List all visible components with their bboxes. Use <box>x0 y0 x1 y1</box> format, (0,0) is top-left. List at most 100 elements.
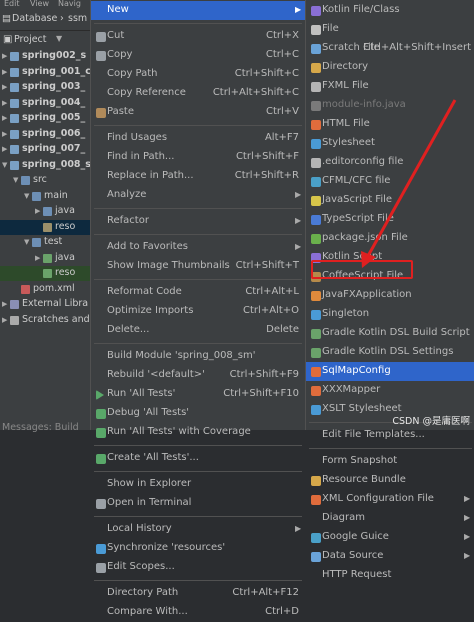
menu-item-edit-file-templates[interactable]: Edit File Templates... <box>306 426 474 445</box>
menu-item-analyze[interactable]: Analyze ▶ <box>91 186 305 205</box>
tree-item[interactable]: ▶ spring_003_ <box>0 80 90 95</box>
menu-item-javascript-file[interactable]: JavaScript File <box>306 191 474 210</box>
tree-item[interactable]: ▶ spring_004_ <box>0 96 90 111</box>
expand-arrow-icon[interactable]: ▶ <box>2 99 7 107</box>
menu-item-directory[interactable]: Directory <box>306 58 474 77</box>
tree-item[interactable]: ▶ spring_007_ <box>0 142 90 157</box>
tree-item[interactable]: ▶ spring_001_c <box>0 65 90 80</box>
expand-arrow-icon[interactable]: ▶ <box>2 130 7 138</box>
menu-item-open-in-terminal[interactable]: Open in Terminal <box>91 494 305 513</box>
tree-item[interactable]: ▶ Scratches and <box>0 313 90 328</box>
menu-item-edit-scopes[interactable]: Edit Scopes... <box>91 558 305 577</box>
menu-navigate[interactable]: Navig <box>58 0 81 8</box>
menu-item-copy[interactable]: Copy Ctrl+C <box>91 46 305 65</box>
tree-item[interactable]: ▶ java <box>0 251 90 266</box>
menu-item-find-in-path[interactable]: Find in Path... Ctrl+Shift+F <box>91 148 305 167</box>
menu-item-add-to-favorites[interactable]: Add to Favorites ▶ <box>91 238 305 257</box>
menu-item-debug-all-tests[interactable]: Debug 'All Tests' <box>91 404 305 423</box>
menu-item-rebuild-default[interactable]: Rebuild '<default>' Ctrl+Shift+F9 <box>91 366 305 385</box>
tree-item[interactable]: ▼ test <box>0 235 90 250</box>
expand-arrow-icon[interactable]: ▶ <box>2 300 7 308</box>
menu-item-typescript-file[interactable]: TypeScript File <box>306 210 474 229</box>
expand-arrow-icon[interactable]: ▼ <box>24 238 29 246</box>
menu-item-html-file[interactable]: HTML File <box>306 115 474 134</box>
tree-item[interactable]: ▶ spring_005_ <box>0 111 90 126</box>
menu-edit[interactable]: Edit <box>4 0 20 8</box>
menu-item-gradle-kotlin-dsl-build-script[interactable]: Gradle Kotlin DSL Build Script <box>306 324 474 343</box>
menu-item-directory-path[interactable]: Directory Path Ctrl+Alt+F12 <box>91 584 305 603</box>
menu-item-copy-path[interactable]: Copy Path Ctrl+Shift+C <box>91 65 305 84</box>
menu-item-run-all-tests-with-coverage[interactable]: Run 'All Tests' with Coverage <box>91 423 305 442</box>
expand-arrow-icon[interactable]: ▶ <box>2 114 7 122</box>
menu-item-data-source[interactable]: Data Source ▶ <box>306 547 474 566</box>
tree-item[interactable]: reso <box>0 219 90 235</box>
menu-item-copy-reference[interactable]: Copy Reference Ctrl+Alt+Shift+C <box>91 84 305 103</box>
menu-item-xml-configuration-file[interactable]: XML Configuration File ▶ <box>306 490 474 509</box>
tree-item[interactable]: ▶ spring_006_ <box>0 127 90 142</box>
expand-arrow-icon[interactable]: ▶ <box>2 52 7 60</box>
menu-item-cfml-cfc-file[interactable]: CFML/CFC file <box>306 172 474 191</box>
menu-item-local-history[interactable]: Local History ▶ <box>91 520 305 539</box>
menu-item-refactor[interactable]: Refactor ▶ <box>91 212 305 231</box>
expand-arrow-icon[interactable]: ▶ <box>35 254 40 262</box>
menu-item-form-snapshot[interactable]: Form Snapshot <box>306 452 474 471</box>
tree-item[interactable]: pom.xml <box>0 282 90 297</box>
expand-arrow-icon[interactable]: ▶ <box>2 68 7 76</box>
menu-item-label: Gradle Kotlin DSL Build Script <box>322 327 470 338</box>
menu-item-cut[interactable]: Cut Ctrl+X <box>91 27 305 46</box>
expand-arrow-icon[interactable]: ▼ <box>2 161 7 169</box>
menu-item-build-module-spring-008-sm[interactable]: Build Module 'spring_008_sm' <box>91 347 305 366</box>
menu-item-paste[interactable]: Paste Ctrl+V <box>91 103 305 122</box>
expand-arrow-icon[interactable]: ▼ <box>24 192 29 200</box>
menu-item-optimize-imports[interactable]: Optimize Imports Ctrl+Alt+O <box>91 302 305 321</box>
menu-item-reformat-code[interactable]: Reformat Code Ctrl+Alt+L <box>91 283 305 302</box>
menu-item-delete[interactable]: Delete... Delete <box>91 321 305 340</box>
menu-item-new[interactable]: New ▶ <box>91 1 305 20</box>
menu-item-label: JavaScript File <box>322 194 393 205</box>
menu-item-singleton[interactable]: Singleton <box>306 305 474 324</box>
menu-item-resource-bundle[interactable]: Resource Bundle <box>306 471 474 490</box>
menu-item-gradle-kotlin-dsl-settings[interactable]: Gradle Kotlin DSL Settings <box>306 343 474 362</box>
menu-item-google-guice[interactable]: Google Guice ▶ <box>306 528 474 547</box>
tree-item[interactable]: ▶ spring002_s <box>0 49 90 64</box>
menu-item-fxml-file[interactable]: FXML File <box>306 77 474 96</box>
menu-item-package-json-file[interactable]: package.json File <box>306 229 474 248</box>
menu-item-show-in-explorer[interactable]: Show in Explorer <box>91 475 305 494</box>
tree-item[interactable]: reso <box>0 266 90 281</box>
expand-arrow-icon[interactable]: ▶ <box>2 145 7 153</box>
tree-item-label: spring_005_ <box>22 112 86 123</box>
menu-item-shortcut: Ctrl+Shift+F <box>235 151 299 162</box>
menu-item-kotlin-file-class[interactable]: Kotlin File/Class <box>306 1 474 20</box>
menu-item-show-image-thumbnails[interactable]: Show Image Thumbnails Ctrl+Shift+T <box>91 257 305 276</box>
menu-item-run-all-tests[interactable]: Run 'All Tests' Ctrl+Shift+F10 <box>91 385 305 404</box>
menu-item-compare-with[interactable]: Compare With... Ctrl+D <box>91 603 305 622</box>
expand-arrow-icon[interactable]: ▶ <box>2 83 7 91</box>
menu-item-find-usages[interactable]: Find Usages Alt+F7 <box>91 129 305 148</box>
menu-item-diagram[interactable]: Diagram ▶ <box>306 509 474 528</box>
expand-arrow-icon[interactable]: ▼ <box>13 176 18 184</box>
menu-item-replace-in-path[interactable]: Replace in Path... Ctrl+Shift+R <box>91 167 305 186</box>
tab-database[interactable]: Database <box>12 13 57 24</box>
tab-ssm[interactable]: ssm <box>68 13 87 24</box>
menu-view[interactable]: View <box>30 0 49 8</box>
expand-arrow-icon[interactable]: ▶ <box>35 207 40 215</box>
menu-item-synchronize-resources[interactable]: Synchronize 'resources' <box>91 539 305 558</box>
chevron-down-icon[interactable]: ▼ <box>56 34 62 43</box>
menu-item-sqlmapconfig[interactable]: SqlMapConfig <box>306 362 474 381</box>
menu-item-create-all-tests[interactable]: Create 'All Tests'... <box>91 449 305 468</box>
tree-item[interactable]: ▶ java <box>0 204 90 219</box>
tree-item[interactable]: ▼ src <box>0 173 90 188</box>
tree-item[interactable]: ▶ External Libra <box>0 297 90 312</box>
expand-arrow-icon[interactable]: ▶ <box>2 316 7 324</box>
project-dropdown[interactable]: Project <box>14 34 47 45</box>
menu-item-xxxmapper[interactable]: XXXMapper <box>306 381 474 400</box>
menu-item-stylesheet[interactable]: Stylesheet <box>306 134 474 153</box>
tree-item[interactable]: ▼ spring_008_s <box>0 158 90 173</box>
menu-item-module-info-java[interactable]: module-info.java <box>306 96 474 115</box>
tree-item[interactable]: ▼ main <box>0 189 90 204</box>
menu-item-javafxapplication[interactable]: JavaFXApplication <box>306 286 474 305</box>
menu-item-http-request[interactable]: HTTP Request <box>306 566 474 585</box>
menu-item-file[interactable]: File <box>306 20 474 39</box>
menu-item-scratch-file[interactable]: Scratch File Ctrl+Alt+Shift+Insert <box>306 39 474 58</box>
menu-item-editorconfig-file[interactable]: .editorconfig file <box>306 153 474 172</box>
